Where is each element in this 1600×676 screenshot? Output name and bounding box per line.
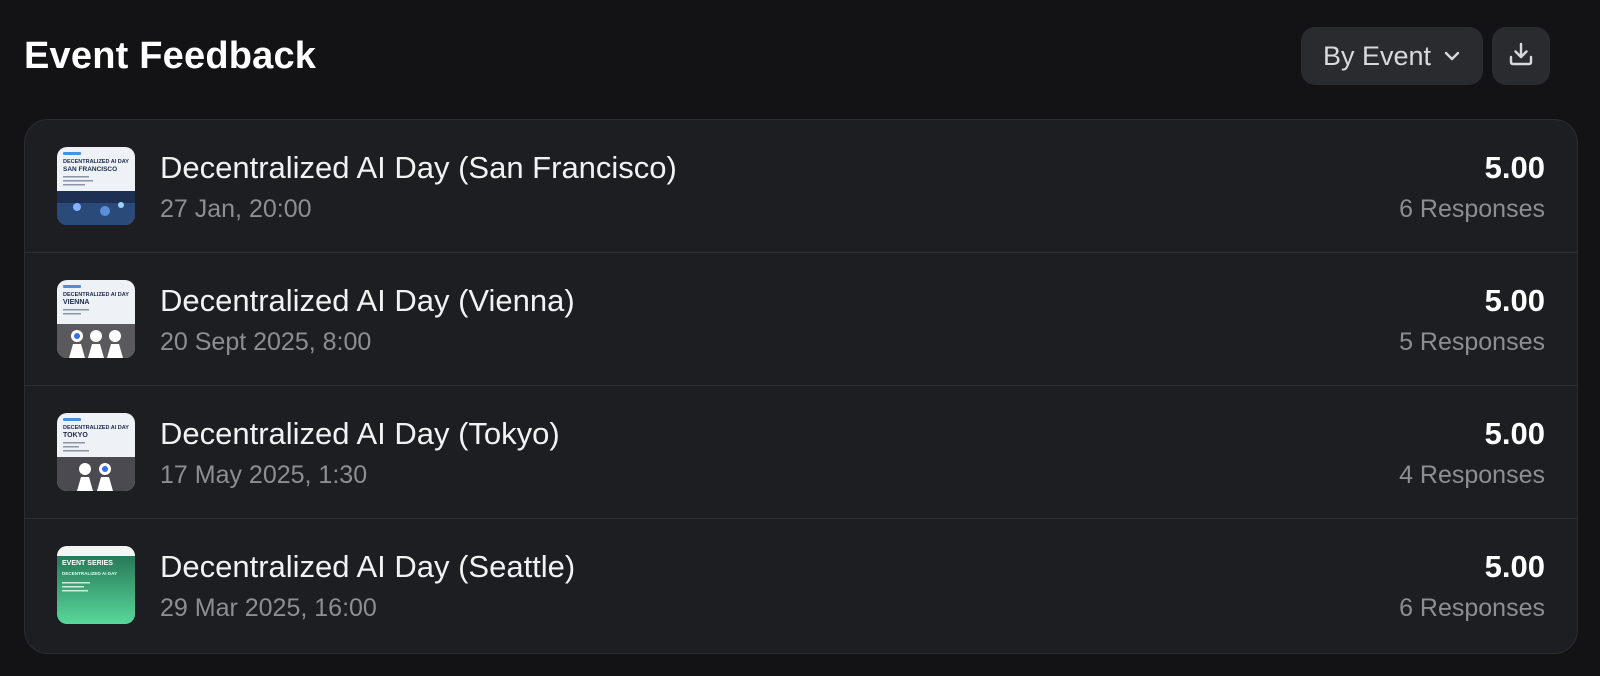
event-thumbnail: DECENTRALIZED AI DAY SAN FRANCISCO — [57, 147, 135, 225]
event-row[interactable]: EVENT SERIES DECENTRALIZED AI DAY Decent… — [25, 519, 1577, 652]
thumbnail-heading: DECENTRALIZED AI DAY — [63, 159, 129, 165]
event-title: Decentralized AI Day (Seattle) — [160, 549, 576, 584]
event-stats: 5.00 6 Responses — [1399, 150, 1545, 224]
event-date: 20 Sept 2025, 8:00 — [160, 328, 372, 356]
event-responses: 5 Responses — [1399, 328, 1545, 356]
event-info: Decentralized AI Day (Tokyo) 17 May 2025… — [160, 416, 560, 490]
group-by-label: By Event — [1322, 40, 1431, 71]
thumbnail-heading: EVENT SERIES — [62, 560, 113, 567]
event-info: Decentralized AI Day (San Francisco) 27 … — [160, 150, 677, 224]
event-thumbnail: DECENTRALIZED AI DAY TOKYO — [57, 413, 135, 491]
thumbnail-city: VIENNA — [63, 299, 89, 306]
event-info: Decentralized AI Day (Seattle) 29 Mar 20… — [160, 549, 575, 623]
event-responses: 4 Responses — [1399, 461, 1545, 489]
thumbnail-heading: DECENTRALIZED AI DAY — [63, 425, 129, 431]
event-stats: 5.00 5 Responses — [1399, 283, 1545, 357]
event-stats: 5.00 6 Responses — [1399, 549, 1545, 623]
event-score: 5.00 — [1484, 416, 1545, 451]
event-title: Decentralized AI Day (San Francisco) — [160, 150, 677, 185]
event-row[interactable]: DECENTRALIZED AI DAY TOKYO Decentralized… — [25, 386, 1577, 519]
event-date: 29 Mar 2025, 16:00 — [160, 594, 377, 622]
event-date: 17 May 2025, 1:30 — [160, 461, 368, 489]
page-title: Event Feedback — [24, 35, 317, 77]
thumbnail-heading: DECENTRALIZED AI DAY — [63, 292, 129, 298]
event-title: Decentralized AI Day (Vienna) — [160, 283, 575, 318]
event-thumbnail: EVENT SERIES DECENTRALIZED AI DAY — [57, 546, 135, 624]
event-score: 5.00 — [1484, 150, 1545, 185]
event-score: 5.00 — [1484, 283, 1545, 318]
event-thumbnail: DECENTRALIZED AI DAY VIENNA — [57, 280, 135, 358]
event-list: DECENTRALIZED AI DAY SAN FRANCISCO Decen… — [24, 119, 1578, 654]
event-responses: 6 Responses — [1399, 594, 1545, 622]
event-stats: 5.00 4 Responses — [1399, 416, 1545, 490]
event-info: Decentralized AI Day (Vienna) 20 Sept 20… — [160, 283, 575, 357]
thumbnail-city: SAN FRANCISCO — [63, 166, 117, 173]
header-toolbar: By Event — [1300, 27, 1550, 85]
event-row[interactable]: DECENTRALIZED AI DAY VIENNA Decentralize… — [25, 253, 1577, 386]
event-title: Decentralized AI Day (Tokyo) — [160, 416, 560, 451]
event-feedback-page: Event Feedback By Event DECENTRALIZED AI… — [0, 0, 1600, 676]
event-score: 5.00 — [1484, 549, 1545, 584]
thumbnail-city: TOKYO — [63, 432, 88, 439]
download-icon — [1507, 40, 1535, 73]
event-responses: 6 Responses — [1399, 195, 1545, 223]
group-by-dropdown[interactable]: By Event — [1300, 27, 1483, 85]
download-button[interactable] — [1492, 27, 1550, 85]
chevron-down-icon — [1443, 50, 1461, 62]
event-date: 27 Jan, 20:00 — [160, 195, 312, 223]
event-row[interactable]: DECENTRALIZED AI DAY SAN FRANCISCO Decen… — [25, 120, 1577, 253]
thumbnail-city: DECENTRALIZED AI DAY — [62, 571, 117, 576]
